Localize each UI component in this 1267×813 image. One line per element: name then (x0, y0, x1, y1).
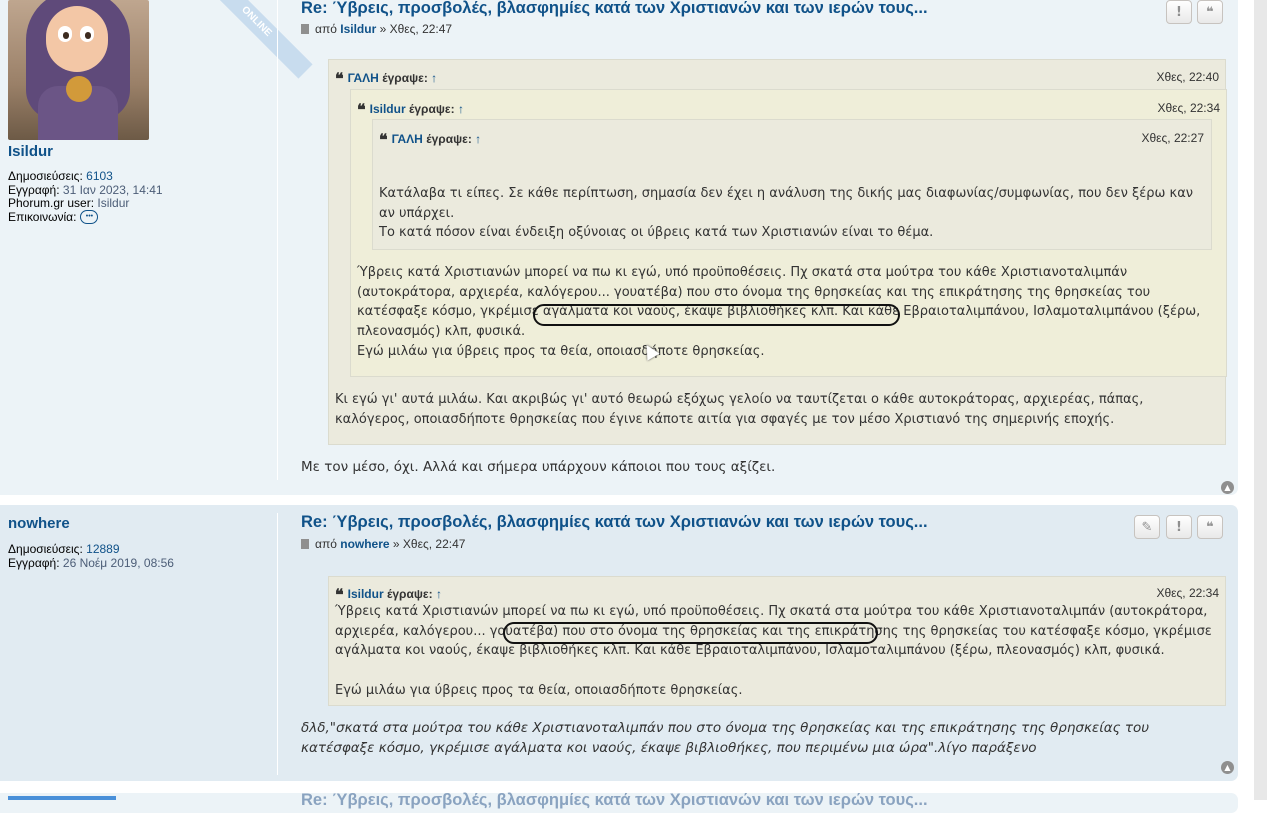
post-time: » Χθες, 22:47 (379, 22, 453, 36)
quote-jump-link[interactable]: ↑ (431, 71, 437, 85)
quote-jump-link[interactable]: ↑ (458, 102, 464, 116)
quote-text: Εγώ μιλάω για ύβρεις προς τα θεία, οποια… (357, 344, 765, 359)
post-time: » Χθες, 22:47 (392, 537, 466, 551)
post-body: Με τον μέσο, όχι. Αλλά και σήμερα υπάρχο… (301, 459, 776, 475)
quote-button[interactable]: ❝ (1197, 0, 1223, 24)
joined-date: 31 Ιαν 2023, 14:41 (62, 182, 163, 197)
quote-icon: ❝ (335, 69, 344, 88)
joined-label: Εγγραφή: (8, 555, 60, 570)
quote-header: ❝ ΓΑΛΗ έγραψε: ↑ (379, 130, 482, 149)
profile-divider (277, 0, 278, 480)
hand-drawn-circle-annotation (533, 304, 900, 326)
scrollbar[interactable] (1254, 0, 1267, 800)
username-link[interactable]: Isildur (8, 143, 53, 160)
posts-label: Δημοσιεύσεις: (8, 169, 83, 183)
quote-time: Χθες, 22:27 (1141, 131, 1204, 145)
page-gutter (1238, 0, 1254, 800)
quote-header: ❝ Isildur έγραψε: ↑ (357, 100, 464, 119)
contact-label: Επικοινωνία: (8, 209, 77, 224)
post-title-link[interactable]: Re: Ύβρεις, προσβολές, βλασφημίες κατά τ… (301, 0, 928, 18)
profile-divider (277, 513, 278, 775)
quote-author-link[interactable]: Isildur (370, 102, 406, 116)
avatar[interactable] (8, 0, 149, 140)
joined-label: Εγγραφή: (8, 182, 60, 197)
quote-text: Το κατά πόσον είναι ένδειξη οξύνοιας οι … (379, 225, 934, 240)
quote-text: Εγώ μιλάω για ύβρεις προς τα θεία, οποια… (335, 683, 743, 698)
quote-text: Κι εγώ γι' αυτά μιλάω. Και ακριβώς γι' α… (335, 392, 1144, 427)
posts-count-link[interactable]: 6103 (86, 169, 113, 183)
joined-date: 26 Νοέμ 2019, 08:56 (62, 555, 174, 570)
quote-author-link[interactable]: ΓΑΛΗ (392, 132, 423, 146)
report-button[interactable]: ! (1166, 0, 1192, 24)
report-button[interactable]: ! (1166, 515, 1192, 539)
post-body: δλδ,"σκατά στα μούτρα του κάθε Χριστιανο… (301, 720, 1150, 756)
username-link[interactable]: nowhere (8, 515, 70, 532)
quote-button[interactable]: ❝ (1197, 515, 1223, 539)
quote-header: ❝ ΓΑΛΗ έγραψε: ↑ (335, 69, 438, 88)
contact-icon[interactable]: ••• (80, 209, 99, 224)
quote-time: Χθες, 22:40 (1156, 70, 1219, 84)
quote-isildur-inner: ❝ Isildur έγραψε: ↑ Χθες, 22:34 ❝ ΓΑΛΗ έγρ… (350, 89, 1227, 377)
post-icon (301, 24, 309, 34)
quote-icon: ❝ (357, 100, 366, 119)
edit-button[interactable]: ✎ (1134, 515, 1160, 539)
post-title-link[interactable]: Re: Ύβρεις, προσβολές, βλασφημίες κατά τ… (301, 791, 928, 810)
post-nowhere: nowhere Δημοσιεύσεις: 12889 Εγγραφή: 26 … (0, 505, 1238, 781)
phorum-user: Isildur (97, 196, 130, 210)
post-author-link[interactable]: Isildur (340, 22, 376, 36)
back-to-top-icon[interactable]: ▲ (1221, 761, 1234, 774)
post-isildur: ONLINE Isildur Δημοσιεύσεις: 6103 Εγγραφ… (0, 0, 1238, 495)
post-icon (301, 539, 309, 549)
quote-jump-link[interactable]: ↑ (436, 587, 442, 601)
hand-drawn-circle-annotation (503, 622, 878, 644)
post-author-link[interactable]: nowhere (340, 537, 389, 551)
profile-details: Δημοσιεύσεις: 12889 Εγγραφή: 26 Νοέμ 201… (8, 542, 174, 570)
quote-jump-link[interactable]: ↑ (475, 132, 481, 146)
post-next: Re: Ύβρεις, προσβολές, βλασφημίες κατά τ… (0, 791, 1238, 813)
quote-time: Χθες, 22:34 (1157, 101, 1220, 115)
quote-author-link[interactable]: ΓΑΛΗ (348, 71, 379, 85)
post-author-line: από Isildur » Χθες, 22:47 (301, 22, 452, 36)
phorum-label: Phorum.gr user: (8, 196, 95, 210)
quote-galh-innermost: ❝ ΓΑΛΗ έγραψε: ↑ Χθες, 22:27 Κατάλαβα τι … (372, 119, 1212, 250)
posts-label: Δημοσιεύσεις: (8, 542, 83, 556)
profile-details: Δημοσιεύσεις: 6103 Εγγραφή: 31 Ιαν 2023,… (8, 169, 163, 225)
avatar[interactable] (8, 796, 116, 800)
quote-text: Ύβρεις κατά Χριστιανών μπορεί να πω κι ε… (357, 265, 1201, 339)
quote-author-link[interactable]: Isildur (348, 587, 384, 601)
online-badge: ONLINE (199, 0, 313, 79)
posts-count-link[interactable]: 12889 (86, 542, 119, 556)
back-to-top-icon[interactable]: ▲ (1221, 481, 1234, 494)
post-title-link[interactable]: Re: Ύβρεις, προσβολές, βλασφημίες κατά τ… (301, 513, 928, 532)
quote-galh-outer: ❝ ΓΑΛΗ έγραψε: ↑ Χθες, 22:40 ❝ Isildur έγρ… (328, 59, 1227, 445)
quote-icon: ❝ (379, 130, 388, 149)
quote-text: Κατάλαβα τι είπες. Σε κάθε περίπτωση, ση… (379, 186, 1194, 221)
quote-time: Χθες, 22:34 (1156, 586, 1219, 600)
post-author-line: από nowhere » Χθες, 22:47 (301, 537, 465, 551)
